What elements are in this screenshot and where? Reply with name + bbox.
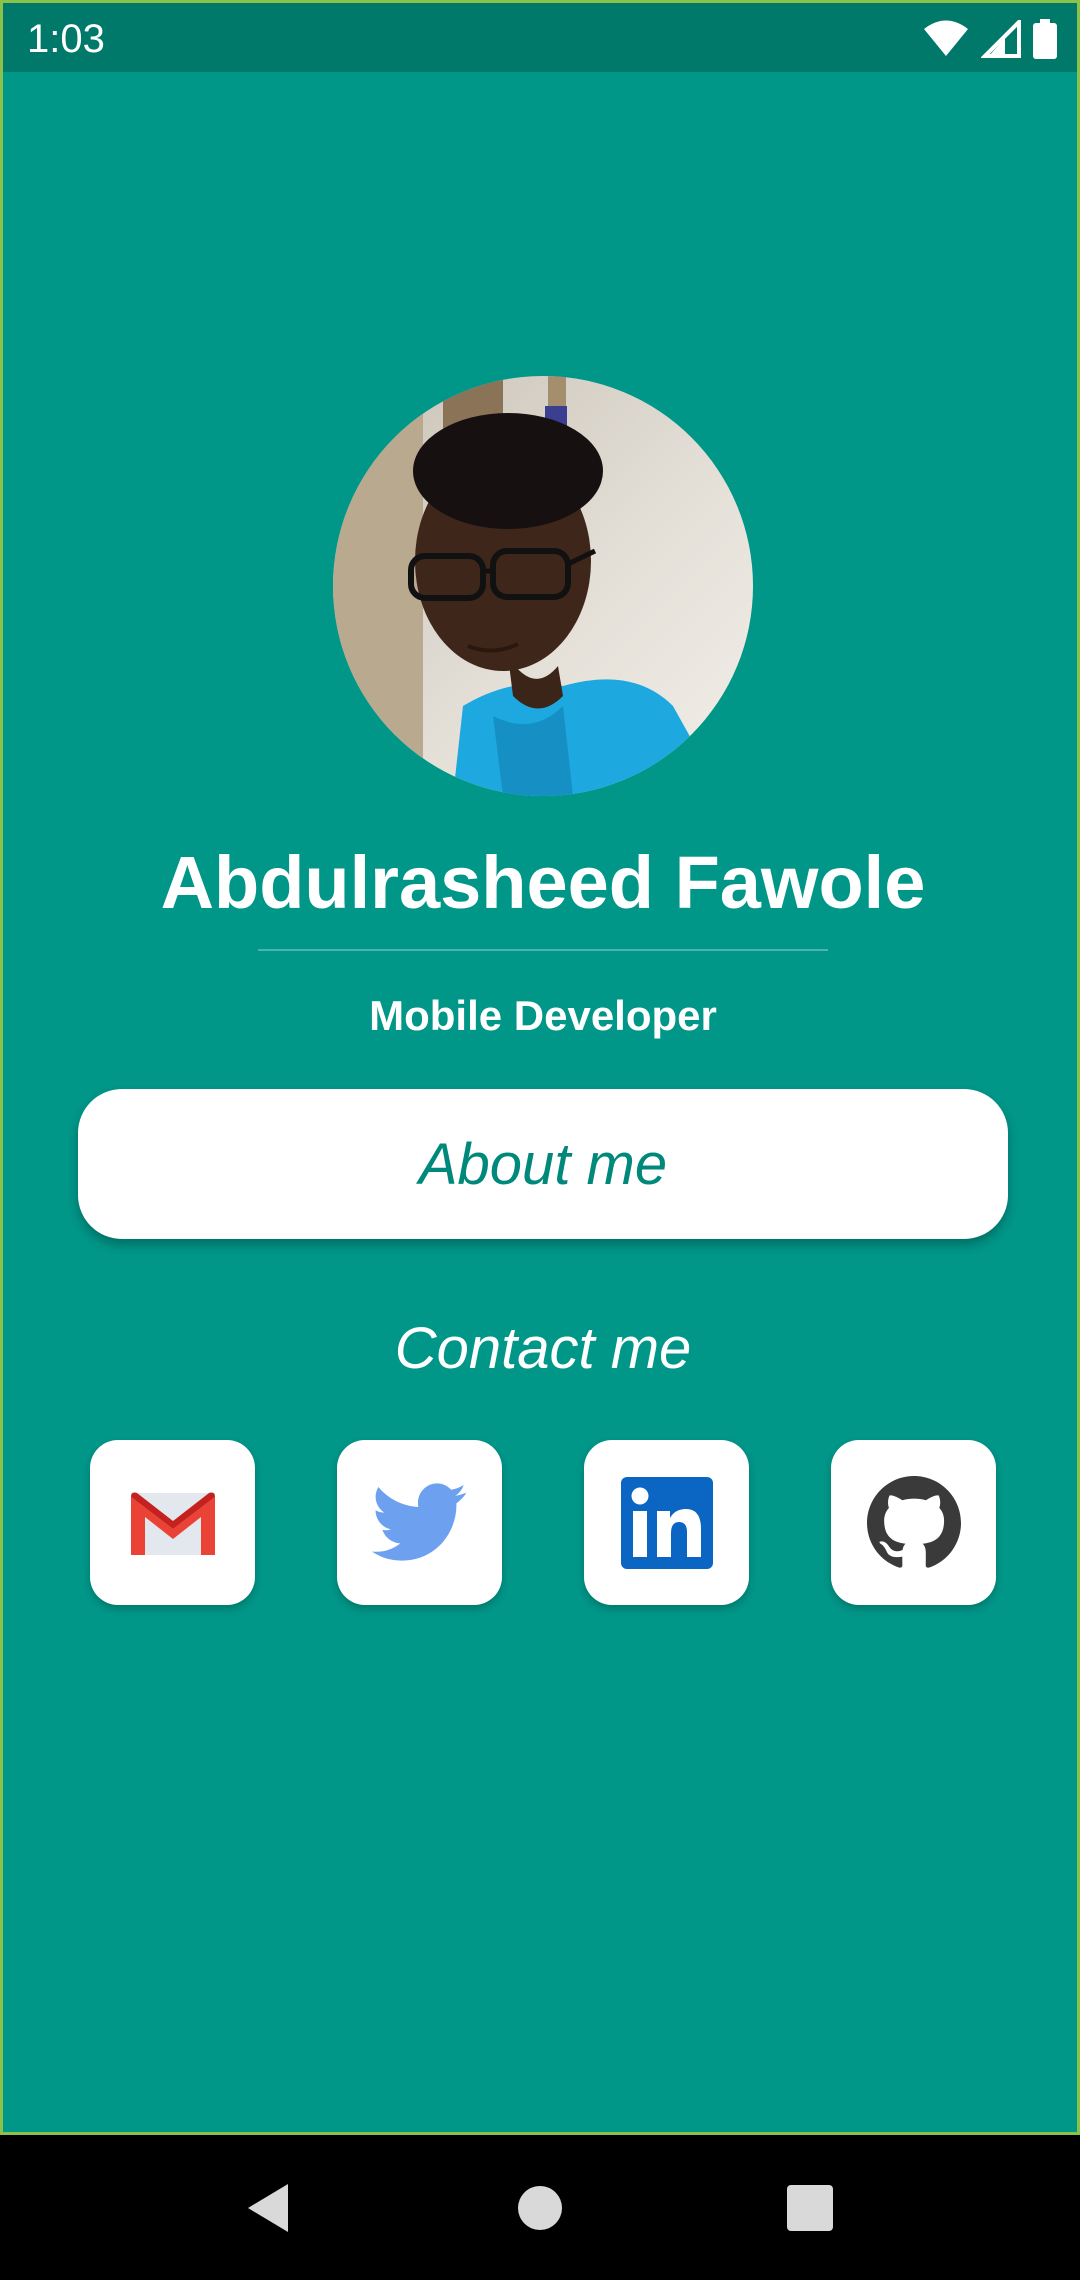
- profile-photo: [333, 376, 753, 796]
- status-bar: 1:03: [0, 0, 1080, 72]
- gmail-button[interactable]: [90, 1440, 255, 1605]
- home-icon: [518, 2185, 562, 2230]
- status-time: 1:03: [27, 17, 105, 61]
- github-icon: [866, 1475, 961, 1568]
- github-button[interactable]: [831, 1440, 996, 1605]
- gmail-icon: [130, 1492, 215, 1555]
- avatar: [333, 376, 753, 796]
- twitter-button[interactable]: [337, 1440, 502, 1605]
- status-icons: [923, 17, 1057, 61]
- home-button[interactable]: [480, 2135, 600, 2280]
- screen: Abdulrasheed Fawole Mobile Developer Abo…: [0, 0, 1080, 2280]
- profile-role: Mobile Developer: [369, 992, 717, 1039]
- recents-icon: [787, 2184, 833, 2231]
- wifi-icon: [924, 20, 968, 56]
- recents-button[interactable]: [750, 2135, 870, 2280]
- app-container: Abdulrasheed Fawole Mobile Developer Abo…: [0, 0, 1080, 2135]
- cell-signal-icon: [981, 20, 1021, 58]
- linkedin-icon: [620, 1476, 713, 1569]
- back-icon: [248, 2183, 288, 2232]
- navigation-bar: [0, 2135, 1080, 2280]
- battery-icon: [1033, 19, 1057, 59]
- about-me-button[interactable]: About me: [78, 1089, 1008, 1239]
- divider: [258, 949, 828, 951]
- contact-title: Contact me: [394, 1316, 692, 1381]
- social-links: [3, 1440, 1080, 1605]
- linkedin-button[interactable]: [584, 1440, 749, 1605]
- profile-name: Abdulrasheed Fawole: [160, 841, 926, 924]
- back-button[interactable]: [208, 2135, 328, 2280]
- twitter-icon: [371, 1482, 466, 1561]
